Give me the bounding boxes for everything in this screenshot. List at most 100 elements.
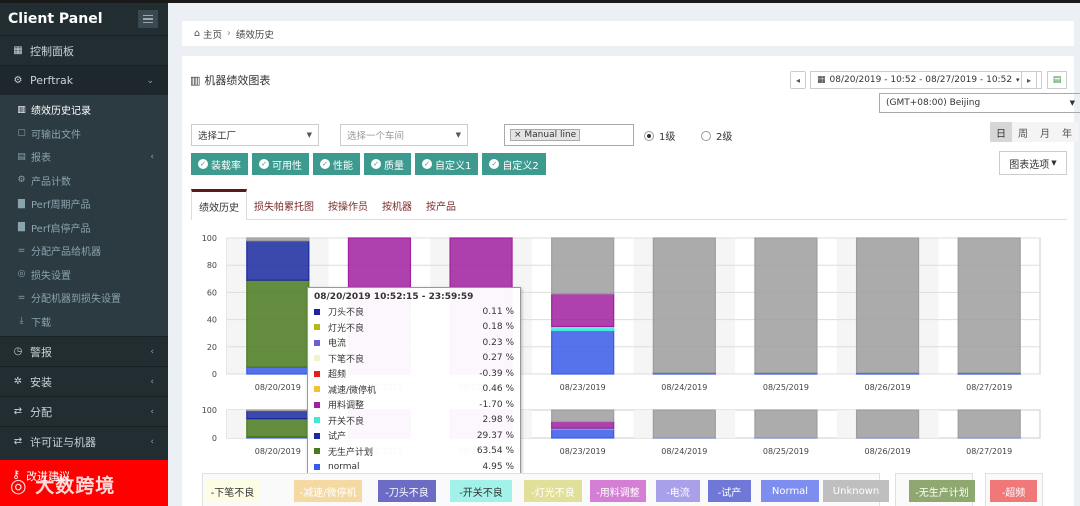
sidebar-item-dashboard[interactable]: ▦ 控制面板 xyxy=(0,35,168,65)
metric-button-2[interactable]: ✓ 性能 xyxy=(313,153,360,175)
sidebar-subitem-3[interactable]: ⚙ 产品计数 xyxy=(0,169,168,193)
bar-segment-无生产计划 xyxy=(246,279,310,368)
chevron-left-icon: ‹ xyxy=(150,406,154,417)
metric-button-0[interactable]: ✓ 装载率 xyxy=(191,153,248,175)
tooltip-swatch xyxy=(314,370,320,377)
tooltip-row: 电流 0.23 % xyxy=(314,335,514,351)
tooltip-row-value: 0.23 % xyxy=(482,337,514,348)
sidebar-subitem-2[interactable]: ▤ 报表 ‹ xyxy=(0,145,168,169)
home-icon[interactable]: ⌂ xyxy=(194,28,200,39)
x-tick-label: 08/23/2019 xyxy=(560,447,606,456)
x-tick-label: 08/26/2019 xyxy=(865,383,911,392)
performance-panel: ▥ 机器绩效图表 ◂ ▦ 08/20/2019 - 10:52 - 08/27/… xyxy=(182,56,1080,506)
export-excel-icon[interactable]: ▤ xyxy=(1047,71,1067,89)
x-tick-label: 08/25/2019 xyxy=(763,447,809,456)
calendar-icon: ▦ xyxy=(817,75,826,85)
bar-segment-Unknown xyxy=(855,237,920,374)
tooltip-row-value: -0.39 % xyxy=(479,368,514,379)
perftrak-submenu: ▥ 绩效历史记录 ▢ 可输出文件 ▤ 报表 ‹ ⚙ 产品计数 ▇ Perf周期产品 ▇ Perf启停产品… xyxy=(0,95,168,336)
menu-toggle-icon[interactable] xyxy=(138,10,158,28)
exchange-icon: ⇄ xyxy=(13,436,23,447)
tooltip-row-name: 开关不良 xyxy=(328,416,365,427)
metric-button-4[interactable]: ✓ 自定义1 xyxy=(415,153,479,175)
sidebar-subitem-label: 报表 xyxy=(31,153,51,165)
metric-label: 可用性 xyxy=(272,160,302,172)
legend-item-10[interactable]: -无生产计划 xyxy=(909,480,975,502)
sidebar-subitem-0[interactable]: ▥ 绩效历史记录 xyxy=(0,98,168,122)
sidebar-subitem-1[interactable]: ▢ 可输出文件 xyxy=(0,122,168,146)
machine-tag-input[interactable]: × Manual line xyxy=(504,124,634,146)
tooltip-row-name: normal xyxy=(328,461,360,472)
sidebar-item-assign[interactable]: ⇄ 分配 ‹ xyxy=(0,396,168,426)
period-toggle-group: 日 周 月 年 xyxy=(990,122,1078,142)
legend-item-1[interactable]: -减速/微停机 xyxy=(294,480,362,502)
legend-item-11[interactable]: -超频 xyxy=(990,480,1037,502)
bar-segment-Unknown xyxy=(246,237,310,242)
level2-radio[interactable]: 2级 xyxy=(701,128,732,143)
tab-1[interactable]: 损失帕累托图 xyxy=(247,190,321,220)
tooltip-row: 下笔不良 0.27 % xyxy=(314,351,514,367)
tab-4[interactable]: 按产品 xyxy=(419,190,463,220)
legend-item-0[interactable]: -下笔不良 xyxy=(206,480,259,502)
tag-chip[interactable]: × Manual line xyxy=(510,129,581,141)
breadcrumb-home[interactable]: 主页 xyxy=(203,27,222,41)
sidebar-item-alarm[interactable]: ◷ 警报 ‹ xyxy=(0,336,168,366)
caret-down-icon: ▼ xyxy=(455,131,461,139)
sidebar-subitem-6[interactable]: = 分配产品给机器 xyxy=(0,239,168,263)
tab-0[interactable]: 绩效历史 xyxy=(191,189,247,220)
legend-item-8[interactable]: Normal xyxy=(761,480,819,502)
y-tick-label: 40 xyxy=(207,316,217,325)
breadcrumb-current: 绩效历史 xyxy=(235,29,274,41)
metric-label: 自定义1 xyxy=(435,160,472,172)
legend-item-6[interactable]: -电流 xyxy=(656,480,700,502)
bar-segment-Unknown xyxy=(754,237,818,374)
sidebar-subitem-7[interactable]: ◎ 损失设置 xyxy=(0,263,168,287)
tooltip-row-value: 0.46 % xyxy=(482,384,514,395)
panel-title: ▥ 机器绩效图表 xyxy=(190,72,270,88)
factory-select[interactable]: 选择工厂 ▼ xyxy=(191,124,319,146)
tab-2[interactable]: 按操作员 xyxy=(321,190,375,220)
sidebar-item-license[interactable]: ⇄ 许可证与机器 ‹ xyxy=(0,426,168,456)
legend-item-3[interactable]: -开关不良 xyxy=(450,480,512,502)
tooltip-title: 08/20/2019 10:52:15 - 23:59:59 xyxy=(314,292,474,302)
x-tick-label: 08/23/2019 xyxy=(560,383,606,392)
tooltip-row-value: 0.18 % xyxy=(482,322,514,333)
chart-options-button[interactable]: 图表选项 ▼ xyxy=(999,151,1067,175)
legend-item-5[interactable]: -用料调整 xyxy=(590,480,646,502)
tooltip-row: 灯光不良 0.18 % xyxy=(314,320,514,336)
sidebar-item-label: 安装 xyxy=(30,375,52,389)
sidebar-subitem-8[interactable]: = 分配机器到损失设置 xyxy=(0,286,168,310)
timezone-select[interactable]: (GMT+08:00) Beijing ▼ xyxy=(879,93,1080,113)
sidebar-subitem-4[interactable]: ▇ Perf周期产品 xyxy=(0,192,168,216)
date-range-picker[interactable]: ▦ 08/20/2019 - 10:52 - 08/27/2019 - 10:5… xyxy=(810,71,1042,89)
metric-label: 自定义2 xyxy=(502,160,539,172)
bar-segment-normal xyxy=(551,428,615,439)
legend-item-4[interactable]: -灯光不良 xyxy=(524,480,582,502)
metric-button-3[interactable]: ✓ 质量 xyxy=(364,153,411,175)
sidebar-subitem-9[interactable]: ⤓ 下载 xyxy=(0,310,168,334)
workshop-select[interactable]: 选择一个车间 ▼ xyxy=(340,124,468,146)
tooltip-row-name: 试产 xyxy=(328,432,347,443)
legend-item-2[interactable]: -刀头不良 xyxy=(378,480,436,502)
sidebar-subitem-5[interactable]: ▇ Perf启停产品 xyxy=(0,216,168,240)
legend-item-7[interactable]: -试产 xyxy=(708,480,751,502)
brand-title: Client Panel xyxy=(8,11,103,27)
metric-button-5[interactable]: ✓ 自定义2 xyxy=(482,153,546,175)
sidebar-subitem-label: 分配机器到损失设置 xyxy=(31,294,121,306)
tooltip-swatch xyxy=(314,417,320,424)
tab-3[interactable]: 按机器 xyxy=(375,190,419,220)
tooltip-row-value: 4.95 % xyxy=(482,461,514,472)
period-week-button[interactable]: 周 xyxy=(1012,122,1034,142)
sidebar-item-perftrak[interactable]: ⚙ Perftrak ⌄ xyxy=(0,65,168,95)
bar-segment-Unknown xyxy=(551,409,615,423)
next-range-button[interactable]: ▸ xyxy=(1021,71,1037,89)
legend-item-9[interactable]: Unknown xyxy=(823,480,889,502)
metric-button-1[interactable]: ✓ 可用性 xyxy=(252,153,309,175)
sidebar-item-install[interactable]: ✲ 安装 ‹ xyxy=(0,366,168,396)
level1-radio[interactable]: 1级 xyxy=(644,128,675,143)
period-day-button[interactable]: 日 xyxy=(990,122,1012,142)
target-icon: ◎ xyxy=(17,269,26,280)
prev-range-button[interactable]: ◂ xyxy=(790,71,806,89)
period-month-button[interactable]: 月 xyxy=(1034,122,1056,142)
period-year-button[interactable]: 年 xyxy=(1056,122,1078,142)
